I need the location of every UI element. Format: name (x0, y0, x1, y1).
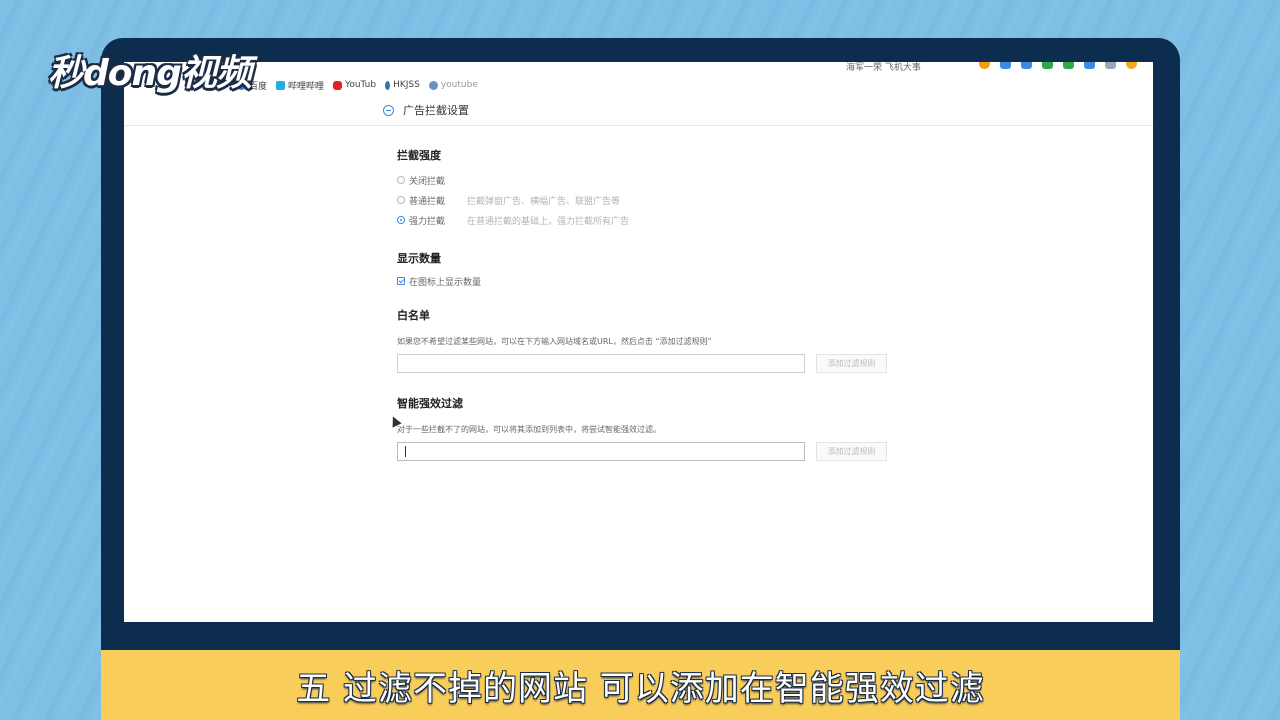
text-caret (405, 446, 406, 457)
browser-window: 海军一荣 飞机大事 百度 哔哩哔哩 YouTub HKJSS youtube 广… (124, 62, 1153, 622)
caption-bar: 五 过滤不掉的网站 可以添加在智能强效过滤 (101, 650, 1180, 720)
site-logo: 秒dong视频 (48, 53, 252, 94)
toolbar-extension-icon[interactable] (1063, 62, 1074, 69)
settings-title: 广告拦截设置 (403, 104, 469, 117)
toolbar-extension-icon[interactable] (1084, 62, 1095, 69)
radio-block-strong[interactable]: 强力拦截 在普通拦截的基础上，强力拦截所有广告 (397, 213, 629, 227)
radio-button[interactable] (397, 176, 405, 184)
show-count-checkbox-row[interactable]: 在图标上显示数量 (397, 274, 481, 288)
block-level-title: 拦截强度 (397, 149, 441, 162)
radio-button-checked[interactable] (397, 216, 405, 224)
radio-button[interactable] (397, 196, 405, 204)
bookmark-youtube[interactable]: YouTub (333, 80, 376, 90)
whitelist-add-button[interactable]: 添加过滤规则 (816, 354, 887, 373)
bilibili-tv-icon (276, 80, 286, 90)
toolbar-extension-icon[interactable] (1021, 62, 1032, 69)
whitelist-title: 白名单 (397, 309, 430, 322)
toolbar-icons (979, 62, 1137, 69)
smart-filter-desc: 对于一些拦截不了的网站，可以将其添加到列表中，将尝试智能强效过滤。 (397, 425, 661, 434)
browser-toolbar: 海军一荣 飞机大事 (124, 62, 1153, 76)
smart-filter-input[interactable] (397, 442, 805, 461)
smart-filter-title: 智能强效过滤 (397, 397, 463, 410)
radio-block-off[interactable]: 关闭拦截 (397, 173, 467, 187)
toolbar-extension-icon[interactable] (979, 62, 990, 69)
show-count-title: 显示数量 (397, 252, 441, 265)
collapse-icon[interactable] (383, 105, 394, 116)
settings-header: 广告拦截设置 (124, 95, 1153, 126)
globe-icon (428, 80, 438, 90)
toolbar-extension-icon[interactable] (1126, 62, 1137, 69)
toolbar-extension-icon[interactable] (1042, 62, 1053, 69)
youtube-play-icon (333, 80, 343, 90)
whitelist-desc: 如果您不希望过滤某些网站，可以在下方输入网站域名或URL，然后点击 “添加过滤规… (397, 337, 712, 346)
whitelist-input[interactable] (397, 354, 805, 373)
hkjss-drop-icon (385, 80, 391, 90)
toolbar-extension-icon[interactable] (1105, 62, 1116, 69)
bookmark-bilibili[interactable]: 哔哩哔哩 (276, 79, 324, 92)
bookmark-hkjss[interactable]: HKJSS (385, 80, 420, 90)
show-count-checkbox[interactable] (397, 277, 405, 285)
bookmark-youtube-2[interactable]: youtube (428, 80, 478, 90)
smart-filter-add-button[interactable]: 添加过滤规则 (816, 442, 887, 461)
bookmarks-bar: 百度 哔哩哔哩 YouTub HKJSS youtube (124, 76, 1153, 94)
toolbar-extension-icon[interactable] (1000, 62, 1011, 69)
caption-text: 五 过滤不掉的网站 可以添加在智能强效过滤 (296, 668, 985, 709)
address-bar[interactable]: 海军一荣 飞机大事 (846, 62, 921, 73)
radio-block-normal[interactable]: 普通拦截 拦截弹窗广告、横幅广告、联盟广告等 (397, 193, 620, 207)
